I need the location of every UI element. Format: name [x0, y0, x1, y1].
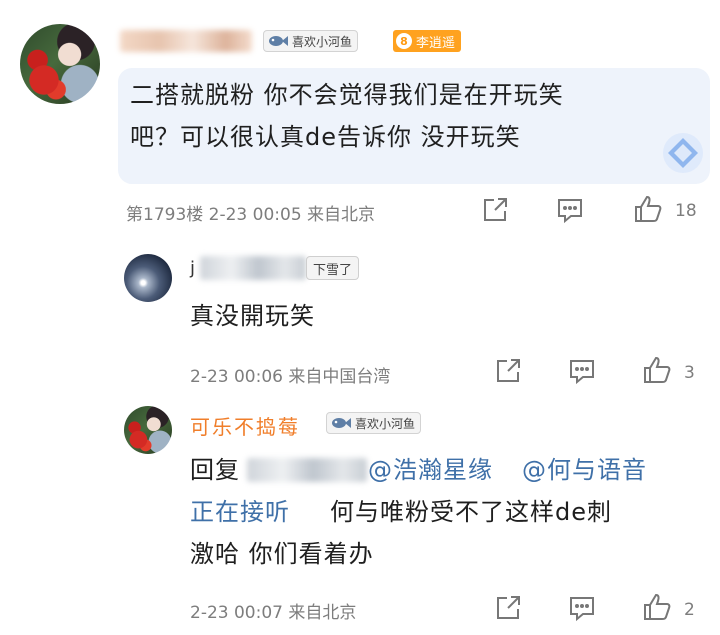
reply-meta: 2-23 00:06 来自中国台湾	[190, 367, 391, 387]
username[interactable]: 可乐不捣莓	[190, 411, 300, 440]
fish-icon	[269, 36, 288, 46]
share-icon[interactable]	[493, 356, 523, 386]
vip-level: 8	[396, 33, 412, 49]
diamond-icon	[663, 133, 703, 173]
reply-prefix: 回复	[190, 456, 240, 484]
like-count: 18	[675, 201, 697, 221]
comment-icon[interactable]	[555, 196, 585, 224]
reply-target-redacted[interactable]	[247, 458, 367, 482]
fan-badge-label: 喜欢小河鱼	[292, 34, 353, 49]
like-icon[interactable]	[642, 355, 672, 385]
username-redacted[interactable]	[200, 256, 306, 280]
comment-icon[interactable]	[567, 357, 597, 385]
user-badge-label: 下雪了	[313, 262, 353, 278]
username-redacted[interactable]	[120, 30, 252, 52]
mention-link[interactable]: @浩瀚星缘	[368, 449, 493, 491]
avatar[interactable]	[124, 406, 172, 454]
like-count: 2	[684, 600, 695, 620]
user-badge[interactable]: 下雪了	[306, 256, 360, 280]
vip-badge[interactable]: 8 李逍遥	[393, 30, 462, 52]
share-icon[interactable]	[493, 593, 523, 623]
vip-name: 李逍遥	[416, 35, 456, 51]
reply-text: 真没開玩笑	[190, 302, 315, 330]
mention-link-continued[interactable]: 正在接听	[190, 491, 290, 533]
comment-text-line1: 二搭就脱粉 你不会觉得我们是在开玩笑	[130, 81, 564, 109]
fan-badge[interactable]: 喜欢小河鱼	[263, 30, 359, 52]
like-count: 3	[684, 363, 695, 383]
like-icon[interactable]	[633, 194, 663, 224]
like-icon[interactable]	[642, 592, 672, 622]
fan-badge-label: 喜欢小河鱼	[355, 416, 416, 431]
avatar[interactable]	[124, 254, 172, 302]
username-prefix[interactable]: j	[190, 258, 195, 279]
reply-meta: 2-23 00:07 来自北京	[190, 603, 357, 623]
comment-icon[interactable]	[567, 594, 597, 622]
reply-text-line3: 激哈 你们看着办	[190, 540, 374, 568]
fan-badge[interactable]: 喜欢小河鱼	[326, 412, 422, 434]
mention-link[interactable]: @何与语音	[522, 449, 647, 491]
comment-meta: 第1793楼 2-23 00:05 来自北京	[126, 205, 376, 225]
reply-text-line2: 何与唯粉受不了这样de刺	[330, 498, 612, 526]
avatar[interactable]	[20, 24, 100, 104]
comment-text-line2: 吧？可以很认真de告诉你 没开玩笑	[130, 123, 521, 151]
fish-icon	[332, 418, 351, 428]
share-icon[interactable]	[480, 195, 510, 225]
